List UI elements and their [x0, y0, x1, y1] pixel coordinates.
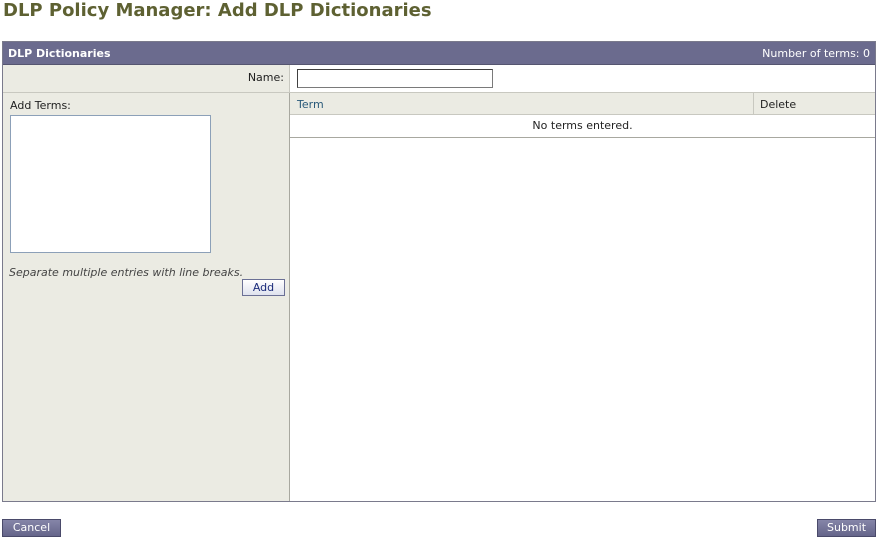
name-label-cell: Name:: [3, 65, 290, 92]
column-header-delete: Delete: [760, 98, 797, 111]
page-title: DLP Policy Manager: Add DLP Dictionaries: [3, 0, 432, 21]
dlp-dictionaries-panel: DLP Dictionaries Number of terms: 0 Name…: [2, 41, 876, 502]
name-input[interactable]: [297, 69, 493, 88]
terms-table: Term Delete No terms entered.: [290, 93, 875, 501]
terms-count: Number of terms: 0: [762, 47, 870, 60]
submit-button[interactable]: Submit: [817, 519, 876, 537]
cancel-button[interactable]: Cancel: [2, 519, 61, 537]
add-terms-hint: Separate multiple entries with line brea…: [9, 266, 244, 279]
add-terms-label: Add Terms:: [10, 99, 71, 112]
panel-title: DLP Dictionaries: [8, 47, 111, 60]
name-label: Name:: [247, 71, 284, 84]
column-divider: [753, 93, 754, 115]
column-header-term[interactable]: Term: [297, 98, 324, 111]
terms-table-header: Term Delete: [290, 93, 875, 115]
add-terms-textarea[interactable]: [10, 115, 211, 253]
panel-header: DLP Dictionaries Number of terms: 0: [3, 42, 875, 65]
name-row: Name:: [3, 65, 875, 93]
empty-terms-row: No terms entered.: [290, 115, 875, 138]
add-button[interactable]: Add: [242, 279, 285, 296]
add-terms-column: Add Terms: Separate multiple entries wit…: [3, 93, 290, 501]
